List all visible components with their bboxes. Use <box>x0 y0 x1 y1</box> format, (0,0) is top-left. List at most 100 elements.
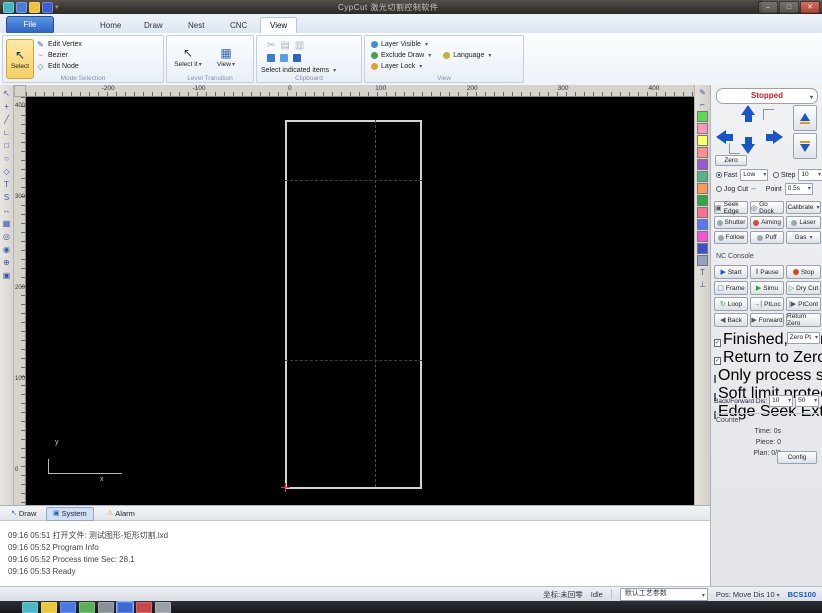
stop-button[interactable]: Stop <box>786 265 821 279</box>
layer-color-swatch[interactable] <box>697 171 708 182</box>
edit-node-button[interactable]: ◇ Edit Node <box>36 61 82 72</box>
layer-color-swatch[interactable] <box>697 159 708 170</box>
back-button[interactable]: ◀Back <box>714 313 748 327</box>
point-time-combo[interactable]: 0.5s▾ <box>785 183 813 195</box>
follow-button[interactable]: Follow <box>714 231 748 244</box>
bezier-button[interactable]: ~ Bezier <box>36 50 82 61</box>
log-tab-alarm[interactable]: ⚠ Alarm <box>100 507 142 521</box>
layer-color-swatch[interactable] <box>697 123 708 134</box>
option-combo[interactable]: Zero Pt▾ <box>787 332 820 344</box>
tab-home[interactable]: Home <box>90 17 131 33</box>
z-up-button[interactable] <box>793 105 817 131</box>
paste-icon[interactable]: ▥ <box>295 40 304 51</box>
shutter-button[interactable]: Shutter <box>714 216 748 229</box>
point-tool-icon[interactable]: + <box>1 101 13 113</box>
config-button[interactable]: Config <box>777 451 817 464</box>
open-file-icon[interactable] <box>16 2 27 13</box>
file-menu-button[interactable]: File <box>6 16 54 34</box>
forward-button[interactable]: ▶Forward <box>750 313 784 327</box>
language-button[interactable]: Language <box>453 52 484 59</box>
gas-button[interactable]: Gas▾ <box>786 231 821 244</box>
save-icon[interactable] <box>42 2 53 13</box>
select-button[interactable]: ↖ Select <box>6 39 34 79</box>
layer-color-swatch[interactable] <box>697 231 708 242</box>
text-tool-icon[interactable]: T <box>1 179 13 191</box>
layer-visible-button[interactable]: Layer Visible ▾ <box>371 39 491 50</box>
option-checkbox[interactable]: ✓ <box>714 339 721 347</box>
point-locate-button[interactable]: →|PtLoc <box>750 297 784 311</box>
layer-color-swatch[interactable] <box>697 219 708 230</box>
simulate-button[interactable]: ▶Simu <box>750 281 784 295</box>
move-distance-selector[interactable]: Pos: Move Dis 10▾ <box>716 590 780 599</box>
seek-edge-button[interactable]: ▣Seek Edge <box>714 201 748 214</box>
quick-access-dropdown-icon[interactable]: ▾ <box>55 3 59 11</box>
select-tool-icon[interactable]: ↖ <box>1 88 13 100</box>
tab-cnc[interactable]: CNC <box>220 17 257 33</box>
jog-down-button[interactable] <box>741 137 755 154</box>
layer-color-swatch[interactable] <box>697 207 708 218</box>
copy-icon[interactable]: ▤ <box>280 40 289 51</box>
draw-check-icon[interactable]: ✎ <box>697 87 709 98</box>
layer-color-swatch[interactable] <box>697 147 708 158</box>
taskbar-app-icon[interactable] <box>98 602 114 613</box>
machine-state-combo[interactable]: Stopped▾ <box>716 88 818 104</box>
new-file-icon[interactable] <box>3 2 14 13</box>
return-zero-button[interactable]: Return Zero <box>786 313 821 327</box>
edit-vertex-button[interactable]: ✎ Edit Vertex <box>36 39 82 50</box>
view-button[interactable]: ▦ View▾ <box>211 38 241 76</box>
calibrate-button[interactable]: Calibrate▾ <box>786 201 821 214</box>
taskbar-app-icon[interactable] <box>155 602 171 613</box>
layer-color-swatch[interactable] <box>697 135 708 146</box>
tab-nest[interactable]: Nest <box>178 17 214 33</box>
jog-up-button[interactable] <box>741 105 755 122</box>
z-down-button[interactable] <box>793 133 817 159</box>
jog-cut-radio[interactable] <box>716 186 722 192</box>
jog-left-button[interactable] <box>716 130 733 144</box>
loop-button[interactable]: ↻Loop <box>714 297 748 311</box>
text-layer-icon[interactable]: T <box>697 267 709 278</box>
measure-tool-icon[interactable]: ↔ <box>1 205 13 217</box>
aiming-button[interactable]: Aiming <box>750 216 784 229</box>
laser-button[interactable]: Laser <box>786 216 821 229</box>
forward-distance-combo[interactable]: 50▾ <box>795 395 819 407</box>
taskbar-app-icon[interactable] <box>117 602 133 613</box>
zoom-tool-icon[interactable]: ◉ <box>1 244 13 256</box>
puff-button[interactable]: Puff <box>750 231 784 244</box>
back-distance-combo[interactable]: 10▾ <box>769 395 793 407</box>
line-tool-icon[interactable]: ╱ <box>1 114 13 126</box>
tab-draw[interactable]: Draw <box>134 17 173 33</box>
workpiece-rectangle[interactable] <box>285 120 422 489</box>
drawing-canvas[interactable]: y x <box>26 97 694 505</box>
dry-cut-button[interactable]: ▷Dry Cut <box>786 281 821 295</box>
align-bottom-icon[interactable]: ⊥ <box>697 279 709 290</box>
pause-button[interactable]: ‖Pause <box>750 265 784 279</box>
jog-mode-button[interactable]: Zero <box>715 155 747 166</box>
taskbar-tray[interactable] <box>762 0 822 12</box>
taskbar-app-icon[interactable] <box>60 602 76 613</box>
log-tab-draw[interactable]: ↖ Draw <box>4 507 43 521</box>
circle-tool-icon[interactable]: ○ <box>1 153 13 165</box>
layer-color-swatch[interactable] <box>697 243 708 254</box>
step-radio[interactable] <box>773 172 779 178</box>
layer-color-swatch[interactable] <box>697 195 708 206</box>
tab-view[interactable]: View <box>260 17 297 33</box>
taskbar-app-icon[interactable] <box>41 602 57 613</box>
folder-icon[interactable] <box>29 2 40 13</box>
fast-radio[interactable] <box>716 172 722 178</box>
layer-color-swatch[interactable] <box>697 111 708 122</box>
select-it-button[interactable]: ↖ Select It▾ <box>173 38 203 76</box>
offset-tool-icon[interactable]: ◎ <box>1 231 13 243</box>
polyline-tool-icon[interactable]: ∟ <box>1 127 13 139</box>
layer-color-swatch[interactable] <box>697 183 708 194</box>
taskbar-app-icon[interactable] <box>79 602 95 613</box>
pan-tool-icon[interactable]: ⊕ <box>1 257 13 269</box>
step-distance-combo[interactable]: 10▾ <box>798 169 822 181</box>
point-continue-button[interactable]: |▶PtCont <box>786 297 821 311</box>
curve-tool-icon[interactable]: S <box>1 192 13 204</box>
layer-color-swatch[interactable] <box>697 255 708 266</box>
fit-view-tool-icon[interactable]: ▣ <box>1 270 13 282</box>
log-tab-system[interactable]: ▣ System <box>46 507 94 521</box>
rect-tool-icon[interactable]: □ <box>1 140 13 152</box>
option-checkbox[interactable] <box>714 375 716 383</box>
layer-lock-button[interactable]: Layer Lock ▾ <box>371 61 491 72</box>
